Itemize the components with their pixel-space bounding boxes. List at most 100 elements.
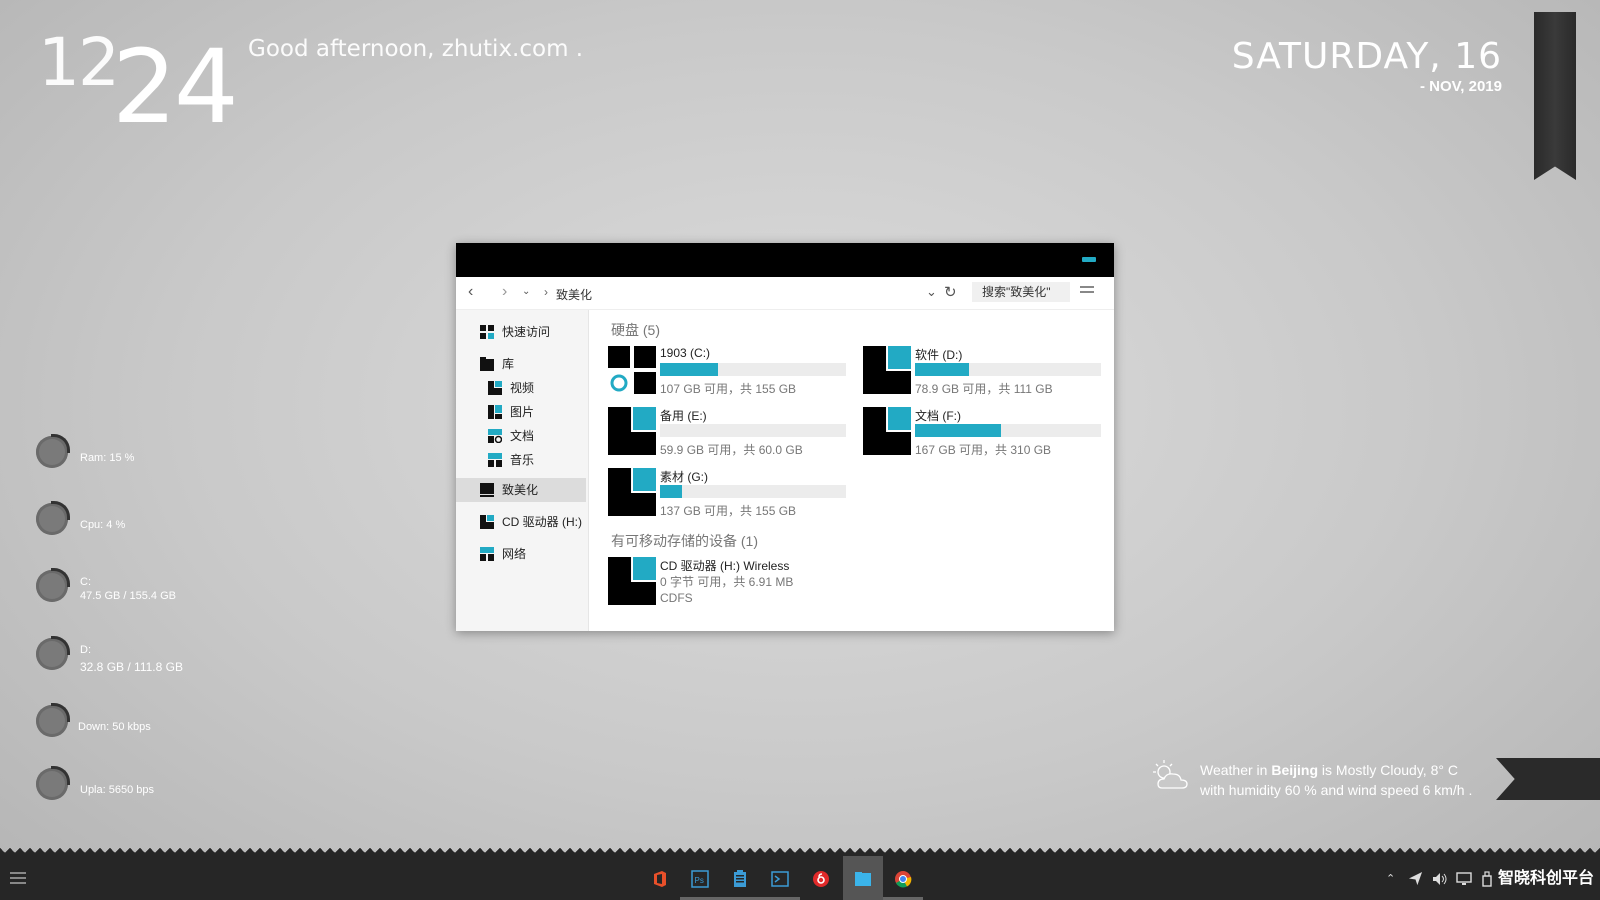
drive-name: 素材 (G:) [660,470,708,484]
cpu-meter: Cpu: 4 % [36,501,236,543]
library-icon [480,357,494,371]
drive-usage-fill [915,363,969,376]
drive-name: 1903 (C:) [660,346,711,360]
meter-label: Down: 50 kbps [78,721,151,733]
weather-city: Beijing [1271,762,1319,778]
meter-value: 32.8 GB / 111.8 GB [80,660,183,674]
drive-g[interactable]: 素材 (G:) 137 GB 可用，共 155 GB [608,466,848,520]
drive-name: 备用 (E:) [660,409,707,423]
path-separator-icon: › [544,285,548,299]
sidebar-item-pictures[interactable]: 图片 [488,400,534,424]
weather-prefix: Weather in [1200,762,1272,778]
drive-h-cd[interactable]: CD 驱动器 (H:) Wireless 0 字节 可用，共 6.91 MB C… [608,555,848,627]
weather-condition: is Mostly Cloudy, 8° C [1318,762,1458,778]
sidebar-item-videos[interactable]: 视频 [488,376,534,400]
drive-usage-fill [660,485,683,498]
volume-icon[interactable] [1432,871,1448,887]
date-day: SATURDAY, 16 [1231,36,1502,77]
drive-icon [863,407,911,455]
drive-space-info: 78.9 GB 可用，共 111 GB [915,382,1053,396]
meter-label: Upla: 5650 bps [80,784,154,796]
address-chevron-down-icon[interactable]: ⌄ [926,284,937,300]
quick-access-icon [480,325,494,339]
video-icon [488,381,502,395]
netease-music-icon[interactable] [812,870,830,888]
sidebar-item-music[interactable]: 音乐 [488,448,534,472]
forward-icon[interactable]: › [502,283,507,301]
section-header-removable[interactable]: 有可移动存储的设备 (1) [611,531,758,551]
meter-ring-icon [36,766,70,800]
notepad-icon[interactable] [731,870,749,888]
sidebar-item-documents[interactable]: 文档 [488,424,534,448]
usb-icon[interactable] [1480,871,1494,887]
drive-usage-bar [915,363,1101,376]
drive-usage-bar [915,424,1101,437]
drive-name: 文档 (F:) [915,409,961,423]
recent-chevron-down-icon[interactable]: ⌄ [522,286,530,297]
sidebar-item-zhutix[interactable]: 致美化 [456,478,586,502]
meter-value: 47.5 GB / 155.4 GB [80,590,177,602]
meter-ring-icon [36,703,70,737]
drive-d[interactable]: 软件 (D:) 78.9 GB 可用，共 111 GB [863,344,1103,398]
svg-text:Ps: Ps [695,876,704,885]
back-icon[interactable]: ‹ [468,283,473,301]
greeting-text: Good afternoon, zhutix.com . [248,36,584,62]
sidebar-item-label: 快速访问 [502,325,551,339]
weather-line-2: with humidity 60 % and wind speed 6 km/h… [1200,782,1473,798]
sidebar-item-label: 库 [502,357,515,371]
sidebar-item-cd-drive[interactable]: CD 驱动器 (H:) [480,510,582,534]
drive-name: 软件 (D:) [915,348,963,362]
clock-minutes: 24 [112,28,239,147]
minimize-button[interactable] [1082,257,1096,262]
meter-label: Ram: 15 % [80,452,135,464]
sidebar-item-quick-access[interactable]: 快速访问 [480,320,550,344]
meter-ring-icon [36,636,70,670]
meter-ring-icon [36,568,70,602]
drive-space-info: 137 GB 可用，共 155 GB [660,504,797,518]
start-menu-icon[interactable] [10,872,26,887]
meter-ring-icon [36,501,70,535]
tray-chevron-up-icon[interactable]: ⌃ [1386,872,1395,885]
office-icon[interactable] [651,870,669,888]
disk-d-meter: D: 32.8 GB / 111.8 GB [36,636,236,678]
drive-space-info: 0 字节 可用，共 6.91 MB [660,575,794,589]
search-input[interactable]: 搜索"致美化" [972,282,1070,302]
sidebar-item-label: CD 驱动器 (H:) [502,515,582,529]
drive-f[interactable]: 文档 (F:) 167 GB 可用，共 310 GB [863,405,1103,459]
file-explorer-icon[interactable] [854,870,872,888]
drive-c[interactable]: 1903 (C:) 107 GB 可用，共 155 GB [608,344,848,398]
chrome-icon[interactable] [894,870,912,888]
terminal-icon[interactable] [771,870,789,888]
photoshop-icon[interactable]: Ps [691,870,709,888]
watermark-text: 智晓科创平台 [1497,870,1594,887]
section-header-drives[interactable]: 硬盘 (5) [611,320,660,340]
content-pane: 硬盘 (5) 1903 (C:) 107 GB 可用，共 155 GB 软件 (… [589,310,1114,631]
sidebar-item-label: 网络 [502,547,527,561]
refresh-icon[interactable]: ↻ [944,283,957,301]
address-path[interactable]: 致美化 [556,286,592,303]
navigation-bar: ‹ › ⌄ › 致美化 ⌄ ↻ 搜索"致美化" [456,277,1114,310]
sidebar-item-label: 致美化 [502,483,539,497]
cd-drive-icon [480,515,494,529]
clock-hours: 12 [38,24,120,101]
meter-label: C: [80,576,91,588]
sidebar-item-libraries[interactable]: 库 [480,352,514,376]
drive-e[interactable]: 备用 (E:) 59.9 GB 可用，共 60.0 GB [608,405,848,459]
drive-usage-fill [915,424,1001,437]
drive-space-info: 167 GB 可用，共 310 GB [915,443,1052,457]
network-tray-icon[interactable] [1456,871,1472,887]
menu-icon[interactable] [1080,286,1094,296]
window-titlebar[interactable] [456,243,1114,277]
cd-drive-icon [608,557,656,605]
sidebar-item-network[interactable]: 网络 [480,542,526,566]
send-icon[interactable] [1408,871,1423,886]
explorer-window[interactable]: ‹ › ⌄ › 致美化 ⌄ ↻ 搜索"致美化" 快速访问 库 视频 图片 文档 … [456,243,1114,631]
weather-text: Weather in Beijing is Mostly Cloudy, 8° … [1200,760,1472,800]
music-icon [488,453,502,467]
meter-ring-icon [36,434,70,468]
drive-usage-bar [660,424,846,437]
drive-usage-fill [660,363,718,376]
drive-usage-bar [660,485,846,498]
meter-label: D: [80,644,91,656]
drive-usage-bar [660,363,846,376]
